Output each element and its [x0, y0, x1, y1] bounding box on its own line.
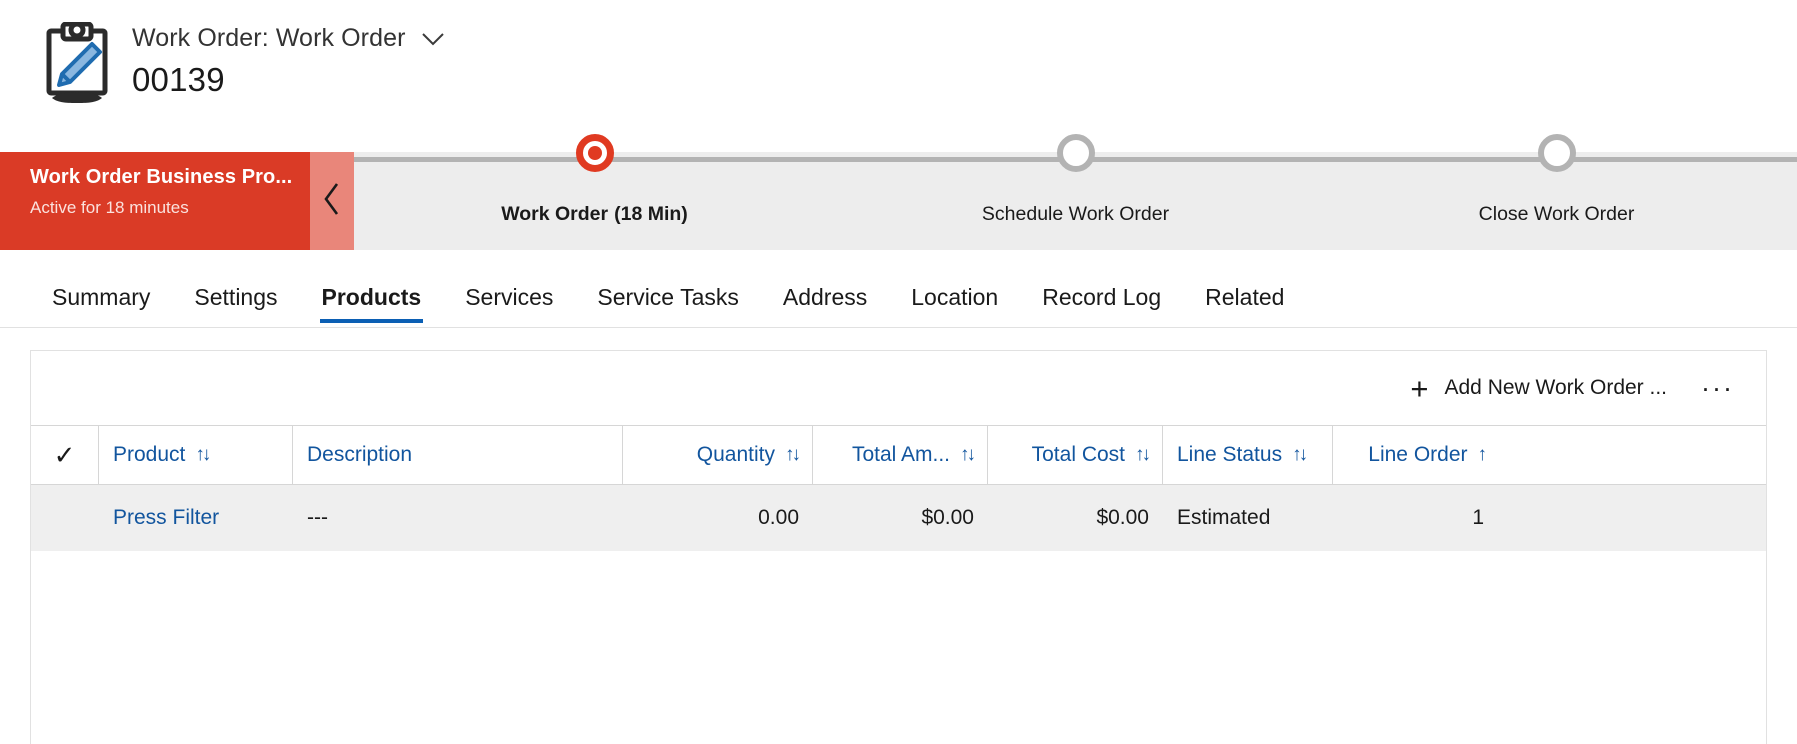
cell-total-cost: $0.00: [988, 485, 1163, 551]
add-new-work-order-product-label: Add New Work Order ...: [1445, 376, 1668, 400]
bpf-stage-label: Close Work Order: [1479, 203, 1635, 226]
plus-icon: +: [1410, 373, 1428, 404]
column-header-label: Quantity: [697, 443, 775, 467]
record-type-label: Work Order: Work Order: [132, 24, 406, 53]
sort-icon: ↑↓: [195, 444, 208, 466]
cell-total-amount: $0.00: [813, 485, 988, 551]
tab-record-log[interactable]: Record Log: [1020, 284, 1183, 327]
bpf-title: Work Order Business Pro...: [30, 166, 310, 189]
column-header-total-amount[interactable]: Total Am... ↑↓: [813, 426, 988, 484]
cell-quantity: 0.00: [623, 485, 813, 551]
row-select-checkbox[interactable]: [31, 485, 99, 551]
cell-description: ---: [293, 485, 623, 551]
form-tab-strip: Summary Settings Products Services Servi…: [0, 250, 1797, 328]
column-header-total-cost[interactable]: Total Cost ↑↓: [988, 426, 1163, 484]
sort-icon: ↑↓: [785, 444, 798, 466]
cell-product: Press Filter: [99, 485, 293, 551]
column-header-label: Total Am...: [852, 443, 950, 467]
column-header-product[interactable]: Product ↑↓: [99, 426, 293, 484]
column-header-line-status[interactable]: Line Status ↑↓: [1163, 426, 1333, 484]
bpf-stage-label: Work Order (18 Min): [501, 203, 688, 226]
column-header-label: Line Status: [1177, 443, 1282, 467]
bpf-stage-name: Work Order: [501, 203, 608, 225]
sort-ascending-icon: ↑: [1478, 444, 1485, 466]
tab-settings[interactable]: Settings: [172, 284, 299, 327]
bpf-name-button[interactable]: Work Order Business Pro... Active for 18…: [0, 152, 310, 250]
tab-services[interactable]: Services: [443, 284, 575, 327]
tab-products[interactable]: Products: [300, 284, 444, 327]
sort-icon: ↑↓: [960, 444, 973, 466]
bpf-active-duration: Active for 18 minutes: [30, 198, 310, 218]
column-header-label: Product: [113, 443, 185, 467]
tab-related[interactable]: Related: [1183, 284, 1306, 327]
record-header-text: Work Order: Work Order 00139: [132, 14, 446, 99]
chevron-left-icon: [322, 182, 342, 221]
cell-line-order: 1: [1333, 485, 1498, 551]
record-header: Work Order: Work Order 00139: [0, 0, 1797, 152]
bpf-stage-duration: (18 Min): [614, 203, 688, 225]
column-header-description[interactable]: Description: [293, 426, 623, 484]
tab-address[interactable]: Address: [761, 284, 889, 327]
bpf-stage-close-work-order[interactable]: Close Work Order: [1316, 152, 1797, 250]
column-header-label: Line Order: [1368, 443, 1467, 467]
stage-indicator-active-icon: [576, 134, 614, 172]
add-new-work-order-product-button[interactable]: + Add New Work Order ...: [1396, 365, 1681, 412]
sort-icon: ↑↓: [1292, 444, 1305, 466]
page-title: 00139: [132, 61, 446, 99]
tab-service-tasks[interactable]: Service Tasks: [575, 284, 760, 327]
clipboard-pencil-icon: [40, 22, 114, 104]
column-header-quantity[interactable]: Quantity ↑↓: [623, 426, 813, 484]
product-link[interactable]: Press Filter: [113, 506, 219, 530]
column-header-label: Description: [307, 443, 412, 467]
record-type-row: Work Order: Work Order: [132, 24, 446, 53]
bpf-stage-work-order[interactable]: Work Order (18 Min): [354, 152, 835, 250]
table-row[interactable]: Press Filter --- 0.00 $0.00 $0.00 Estima…: [31, 485, 1766, 551]
bpf-stage-schedule-work-order[interactable]: Schedule Work Order: [835, 152, 1316, 250]
column-header-line-order[interactable]: Line Order ↑: [1333, 426, 1498, 484]
more-options-icon[interactable]: ···: [1685, 373, 1750, 404]
subgrid-toolbar: + Add New Work Order ... ···: [31, 351, 1766, 425]
stage-indicator-icon: [1538, 134, 1576, 172]
products-subgrid-panel: + Add New Work Order ... ··· ✓ Product ↑…: [30, 350, 1767, 744]
chevron-down-icon[interactable]: [420, 26, 446, 52]
stage-indicator-icon: [1057, 134, 1095, 172]
select-all-checkbox[interactable]: ✓: [31, 426, 99, 484]
cell-line-status: Estimated: [1163, 485, 1333, 551]
bpf-stage-list: Work Order (18 Min) Schedule Work Order C…: [354, 152, 1797, 250]
tab-location[interactable]: Location: [889, 284, 1020, 327]
column-header-label: Total Cost: [1032, 443, 1125, 467]
subgrid-header-row: ✓ Product ↑↓ Description Quantity ↑↓ Tot…: [31, 425, 1766, 485]
business-process-flow-bar: Work Order Business Pro... Active for 18…: [0, 152, 1797, 250]
tab-summary[interactable]: Summary: [30, 284, 172, 327]
bpf-collapse-button[interactable]: [310, 152, 354, 250]
bpf-stage-track: Work Order (18 Min) Schedule Work Order C…: [354, 152, 1797, 250]
sort-icon: ↑↓: [1135, 444, 1148, 466]
bpf-stage-label: Schedule Work Order: [982, 203, 1169, 226]
